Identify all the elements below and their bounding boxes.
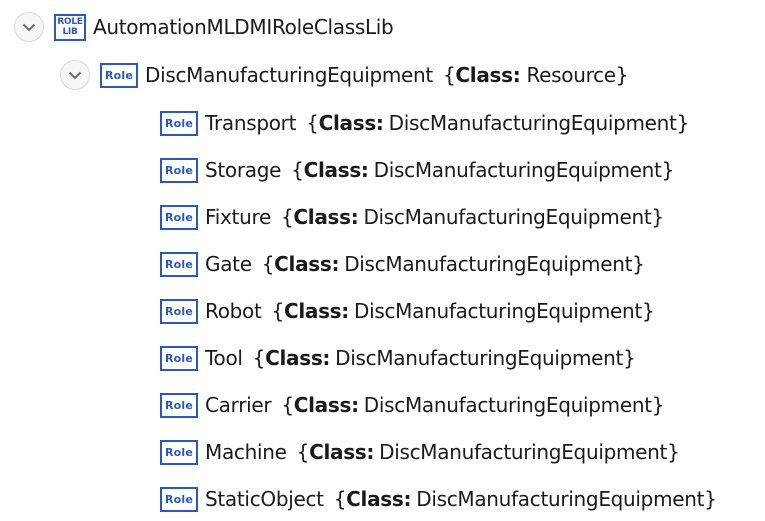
class-value: DiscManufacturingEquipment [363, 205, 652, 229]
tree-node-label: AutomationMLDMIRoleClassLib [93, 15, 394, 39]
tree-node-label: Gate [205, 252, 252, 276]
open-brace: { [442, 63, 456, 87]
role-icon: Role [160, 345, 198, 371]
close-brace: } [676, 111, 690, 135]
role-icon: Role [160, 157, 198, 183]
tree-node-gate[interactable]: Role Gate { Class: DiscManufacturingEqui… [160, 242, 645, 286]
close-brace: } [623, 346, 636, 370]
tree-node-label: DiscManufacturingEquipment [145, 63, 433, 87]
class-key: Class: [293, 393, 359, 417]
class-key: Class: [293, 205, 359, 229]
class-value: Resource [526, 63, 616, 87]
role-icon: Role [160, 486, 198, 512]
tree-node-label: Tool [205, 346, 243, 370]
open-brace: { [306, 111, 319, 135]
class-value: DiscManufacturingEquipment [388, 111, 677, 135]
tree-node-label: Fixture [205, 205, 271, 229]
class-key: Class: [265, 346, 331, 370]
role-icon: Role [160, 298, 198, 324]
close-brace: } [704, 487, 717, 511]
class-key: Class: [303, 158, 369, 182]
tree-node-label: Machine [205, 440, 287, 464]
tree-node-label: StaticObject [205, 487, 324, 511]
class-key: Class: [318, 111, 384, 135]
open-brace: { [271, 299, 285, 323]
tree-node-disc-manufacturing-equipment[interactable]: Role DiscManufacturingEquipment { Class:… [60, 53, 629, 97]
class-value: DiscManufacturingEquipment [354, 299, 642, 323]
close-brace: } [641, 299, 655, 323]
role-icon: Role [160, 110, 198, 136]
tree-node-tool[interactable]: Role Tool { Class: DiscManufacturingEqui… [160, 336, 636, 380]
close-brace: } [651, 393, 665, 417]
class-key: Class: [346, 487, 412, 511]
tree-node-carrier[interactable]: Role Carrier { Class: DiscManufacturingE… [160, 383, 665, 427]
class-value: DiscManufacturingEquipment [379, 440, 668, 464]
tree-node-label: Storage [205, 158, 282, 182]
role-class-lib-icon: ROLE LIB [54, 13, 86, 41]
class-key: Class: [283, 299, 349, 323]
close-brace: } [661, 158, 675, 182]
tree-node-machine[interactable]: Role Machine { Class: DiscManufacturingE… [160, 430, 680, 474]
tree-node-fixture[interactable]: Role Fixture { Class: DiscManufacturingE… [160, 195, 664, 239]
class-key: Class: [309, 440, 375, 464]
role-icon: Role [160, 439, 198, 465]
tree-node-static-object[interactable]: Role StaticObject { Class: DiscManufactu… [160, 477, 717, 521]
tree-node-robot[interactable]: Role Robot { Class: DiscManufacturingEqu… [160, 289, 655, 333]
class-value: DiscManufacturingEquipment [373, 158, 662, 182]
role-icon: Role [160, 251, 198, 277]
tree-node-transport[interactable]: Role Transport { Class: DiscManufacturin… [160, 101, 689, 145]
open-brace: { [261, 252, 275, 276]
role-icon: Role [160, 392, 198, 418]
class-key: Class: [274, 252, 340, 276]
class-value: DiscManufacturingEquipment [335, 346, 624, 370]
open-brace: { [333, 487, 347, 511]
class-value: DiscManufacturingEquipment [344, 252, 633, 276]
chevron-down-icon[interactable] [14, 12, 44, 42]
class-value: DiscManufacturingEquipment [416, 487, 705, 511]
tree-node-storage[interactable]: Role Storage { Class: DiscManufacturingE… [160, 148, 674, 192]
close-brace: } [651, 205, 664, 229]
close-brace: } [667, 440, 680, 464]
role-class-tree: ROLE LIB AutomationMLDMIRoleClassLib Rol… [0, 0, 765, 516]
open-brace: { [281, 393, 294, 417]
open-brace: { [252, 346, 266, 370]
close-brace: } [632, 252, 645, 276]
class-key: Class: [455, 63, 521, 87]
role-icon: Role [160, 204, 198, 230]
open-brace: { [291, 158, 304, 182]
open-brace: { [280, 205, 294, 229]
tree-node-label: Robot [205, 299, 262, 323]
tree-node-label: Transport [205, 111, 297, 135]
open-brace: { [296, 440, 310, 464]
class-value: DiscManufacturingEquipment [363, 393, 652, 417]
tree-node-root[interactable]: ROLE LIB AutomationMLDMIRoleClassLib [14, 5, 394, 49]
close-brace: } [615, 63, 629, 87]
tree-node-label: Carrier [205, 393, 272, 417]
role-icon: Role [100, 62, 138, 88]
chevron-down-icon[interactable] [60, 60, 90, 90]
